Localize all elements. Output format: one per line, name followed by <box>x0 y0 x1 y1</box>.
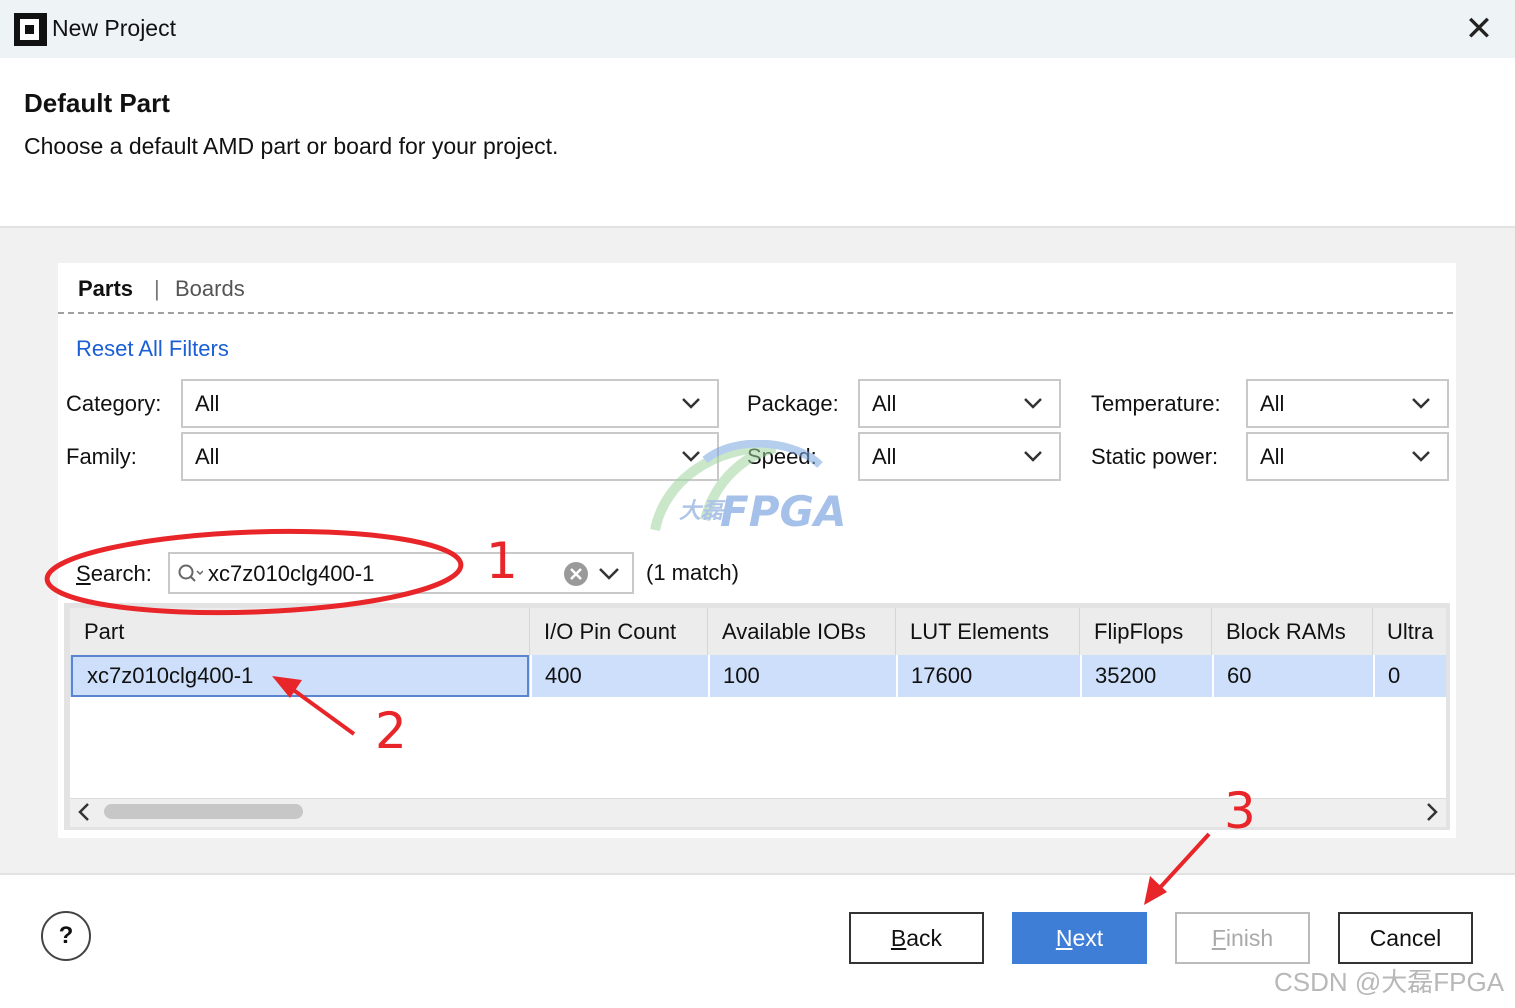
reset-all-filters-link[interactable]: Reset All Filters <box>76 336 229 362</box>
static-power-value: All <box>1260 444 1285 469</box>
chevron-down-icon <box>1024 451 1042 462</box>
column-header-available-iobs[interactable]: Available IOBs <box>708 608 896 655</box>
category-label: Category: <box>66 391 162 416</box>
category-value: All <box>195 391 220 416</box>
table-cell[interactable]: 100 <box>709 655 895 697</box>
tab-parts[interactable]: Parts <box>78 276 133 302</box>
column-header-flipflops[interactable]: FlipFlops <box>1080 608 1212 655</box>
match-count: (1 match) <box>646 560 739 585</box>
table-cell[interactable]: 35200 <box>1081 655 1211 697</box>
table-cell-part[interactable]: xc7z010clg400-1 <box>71 655 529 697</box>
table-cell[interactable]: 17600 <box>897 655 1079 697</box>
package-value: All <box>872 391 897 416</box>
column-header-block-rams[interactable]: Block RAMs <box>1212 608 1373 655</box>
search-value: xc7z010clg400-1 <box>208 561 375 586</box>
scroll-right-icon[interactable] <box>1424 802 1440 822</box>
table-cell[interactable]: 0 <box>1374 655 1446 697</box>
search-label: Search: <box>76 561 152 586</box>
table-cell[interactable]: 400 <box>531 655 707 697</box>
page-subtitle: Choose a default AMD part or board for y… <box>24 133 559 159</box>
temperature-value: All <box>1260 391 1285 416</box>
search-icon <box>178 564 203 582</box>
chevron-down-icon <box>682 398 700 409</box>
finish-button: Finish <box>1175 912 1310 964</box>
column-header-ultra[interactable]: Ultra <box>1373 608 1446 655</box>
package-label: Package: <box>747 391 839 416</box>
category-select[interactable]: All <box>181 379 719 428</box>
chevron-down-icon <box>1412 398 1430 409</box>
window-title: New Project <box>52 15 176 41</box>
family-label: Family: <box>66 444 137 469</box>
tab-separator: | <box>154 276 160 301</box>
watermark-cjk: 大磊 <box>679 499 726 524</box>
column-separator <box>708 655 710 697</box>
tab-divider <box>58 312 1453 314</box>
column-separator <box>1080 655 1082 697</box>
back-button[interactable]: Back <box>849 912 984 964</box>
amd-logo-icon <box>14 13 47 46</box>
tab-boards[interactable]: Boards <box>175 276 245 302</box>
help-button[interactable]: ? <box>41 911 91 961</box>
page-title: Default Part <box>24 88 170 118</box>
watermark-logo: 大磊 FPGA <box>650 440 846 536</box>
static-power-select[interactable]: All <box>1246 432 1449 481</box>
column-separator <box>530 655 532 697</box>
watermark-text: FPGA <box>720 487 846 536</box>
column-header-io-pin-count[interactable]: I/O Pin Count <box>530 608 708 655</box>
static-power-label: Static power: <box>1091 444 1219 469</box>
csdn-credit-watermark: CSDN @大磊FPGA <box>1274 967 1505 997</box>
cancel-button[interactable]: Cancel <box>1338 912 1473 964</box>
table-cell[interactable]: 60 <box>1213 655 1372 697</box>
scroll-left-icon[interactable] <box>76 802 92 822</box>
column-separator <box>896 655 898 697</box>
family-select[interactable]: All <box>181 432 719 481</box>
column-header-part[interactable]: Part <box>70 608 530 655</box>
temperature-label: Temperature: <box>1091 391 1221 416</box>
title-bar <box>0 0 1515 59</box>
search-history-dropdown-icon[interactable] <box>598 566 620 582</box>
column-header-lut-elements[interactable]: LUT Elements <box>896 608 1080 655</box>
temperature-select[interactable]: All <box>1246 379 1449 428</box>
family-value: All <box>195 444 220 469</box>
column-separator <box>1373 655 1375 697</box>
next-button[interactable]: Next <box>1012 912 1147 964</box>
column-separator <box>1212 655 1214 697</box>
package-select[interactable]: All <box>858 379 1061 428</box>
close-icon[interactable]: ✕ <box>1462 12 1496 46</box>
chevron-down-icon <box>1412 451 1430 462</box>
chevron-down-icon <box>1024 398 1042 409</box>
speed-select[interactable]: All <box>858 432 1061 481</box>
scrollbar-thumb[interactable] <box>104 804 303 819</box>
clear-search-icon[interactable] <box>563 561 589 587</box>
